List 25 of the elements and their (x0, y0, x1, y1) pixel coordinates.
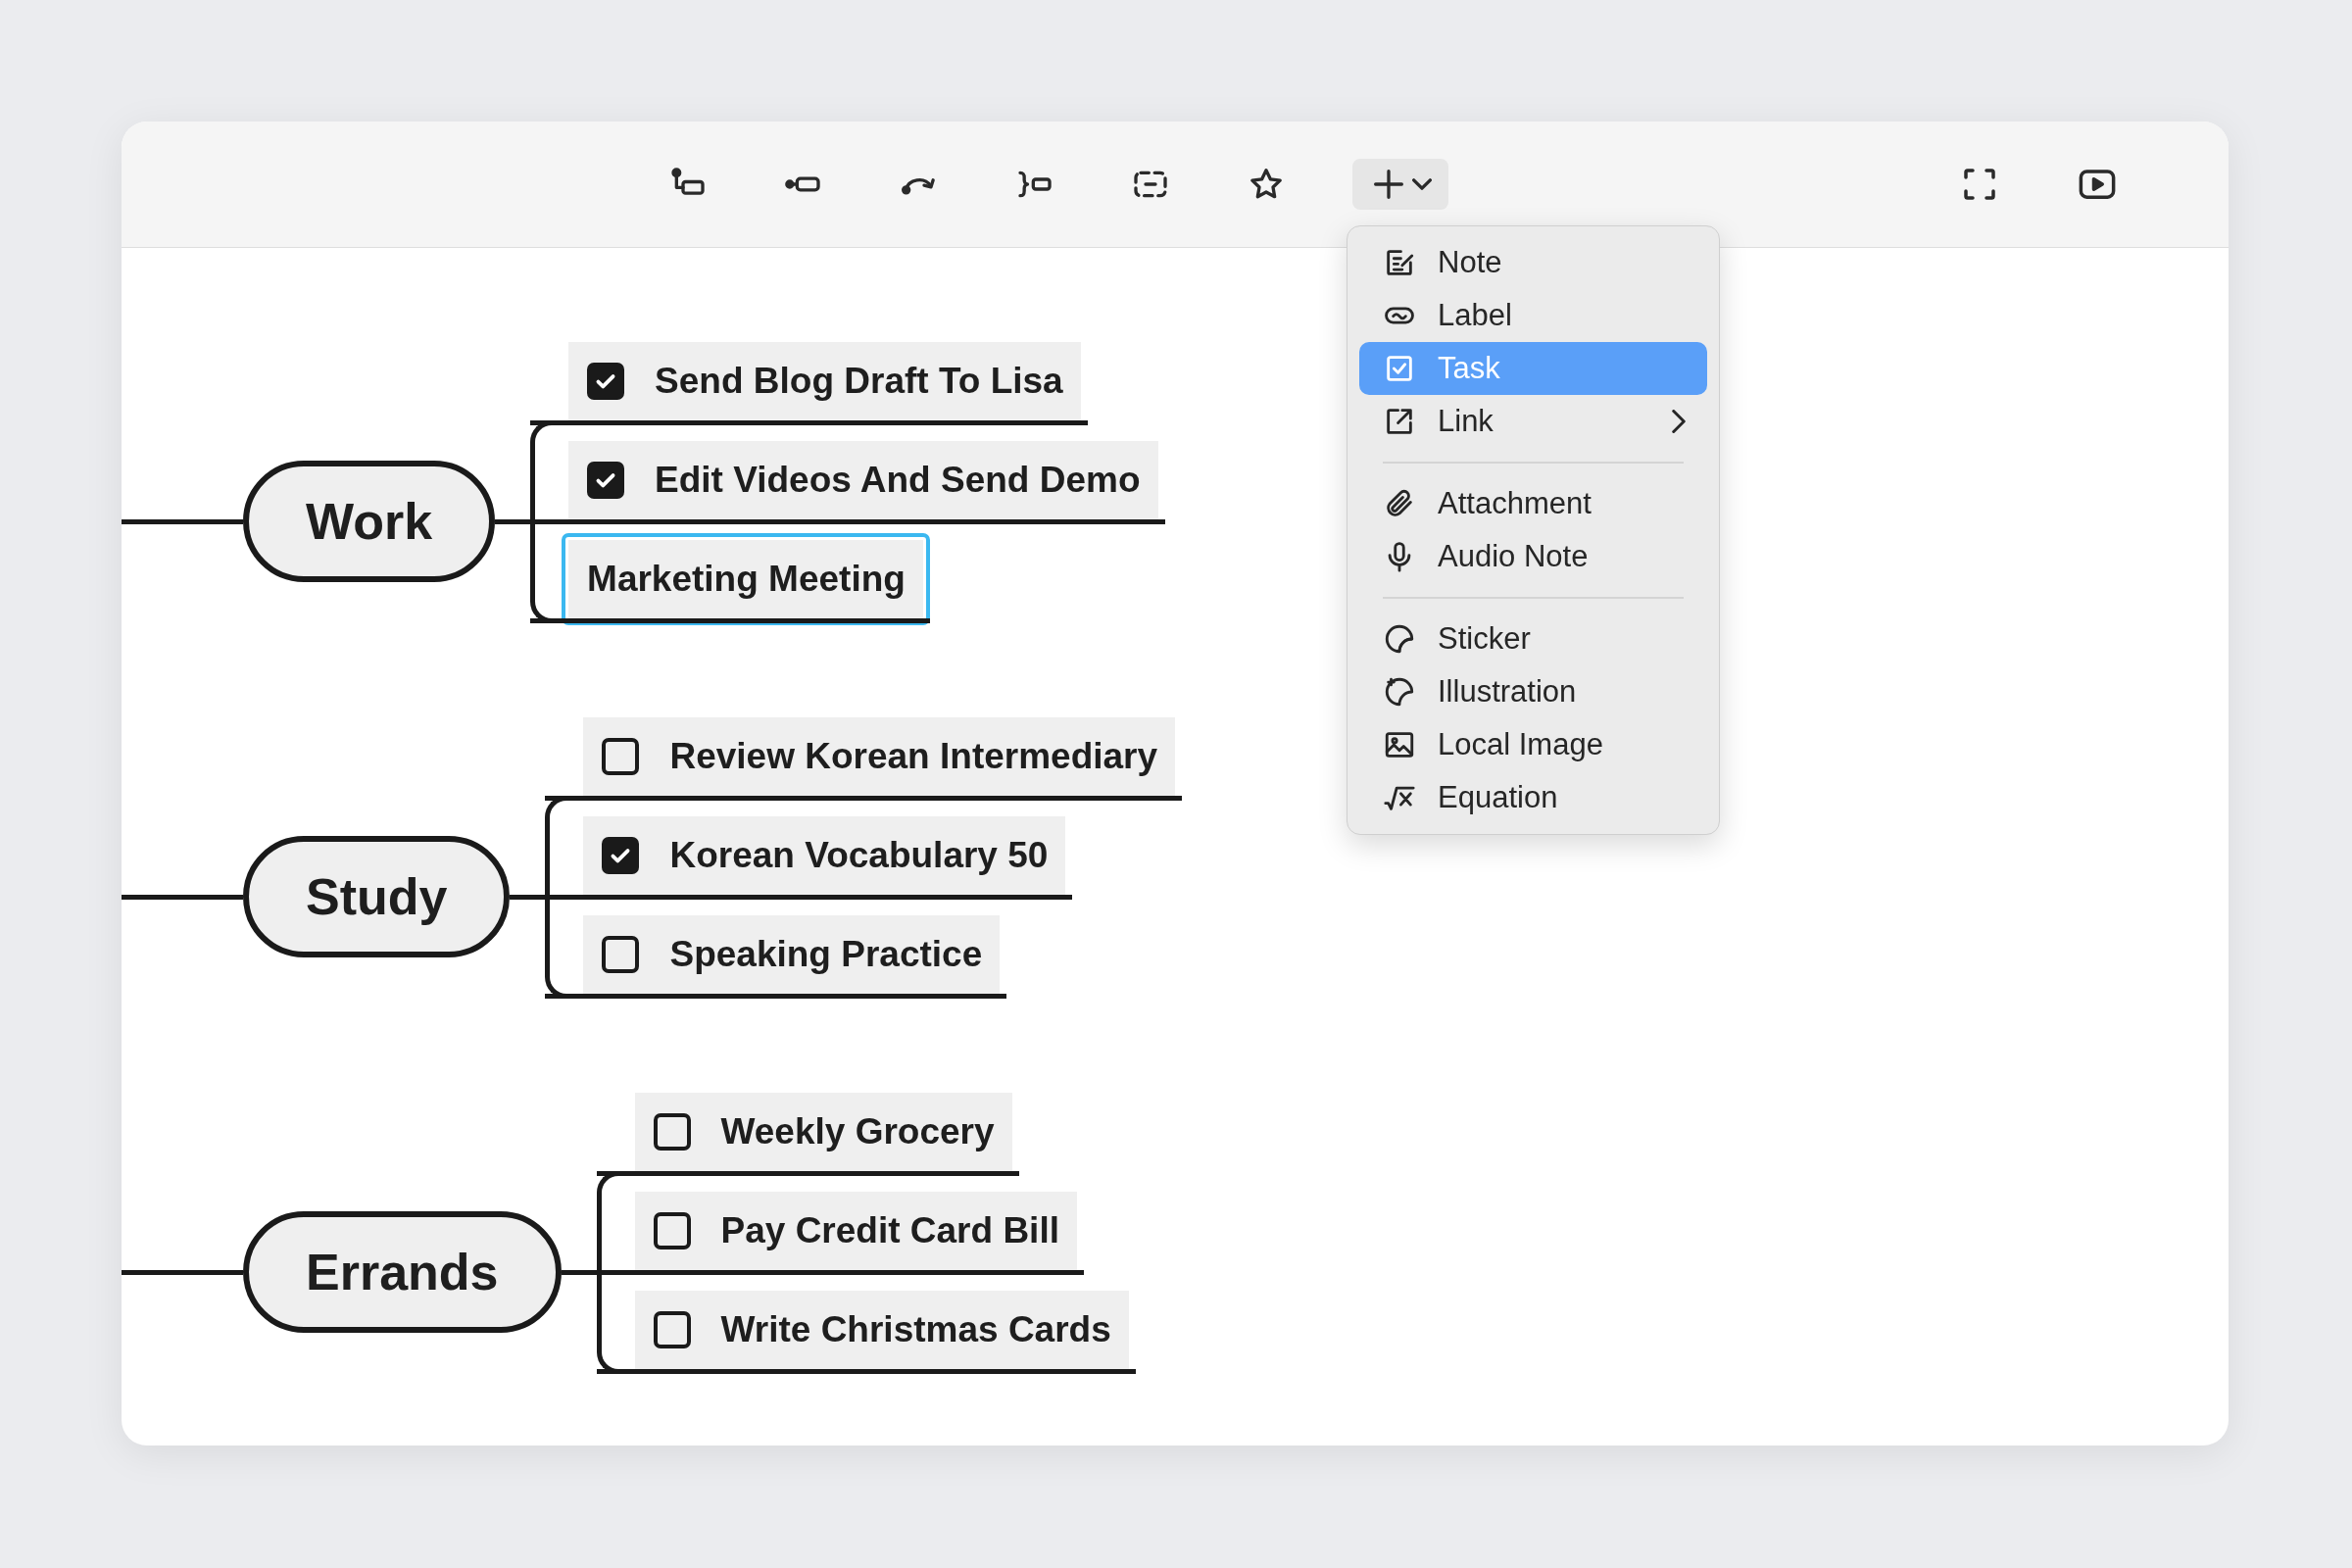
chevron-down-icon (1412, 178, 1432, 190)
topic-node[interactable]: Work (243, 461, 496, 582)
checkbox[interactable] (653, 1212, 691, 1250)
menu-item[interactable]: Note (1359, 236, 1707, 289)
checkbox[interactable] (653, 1311, 691, 1348)
checkbox[interactable] (653, 1113, 691, 1151)
menu-item[interactable]: Audio Note (1359, 530, 1707, 583)
menu-item[interactable]: Link (1359, 395, 1707, 448)
checkbox[interactable] (602, 837, 640, 874)
menu-item[interactable]: Local Image (1359, 718, 1707, 771)
subtopic-node[interactable]: Marketing Meeting (562, 533, 930, 625)
checkbox[interactable] (587, 462, 625, 499)
sticker-icon (1383, 622, 1416, 656)
checkbox[interactable] (587, 363, 625, 400)
menu-item[interactable]: Illustration (1359, 665, 1707, 718)
checkbox[interactable] (602, 738, 640, 775)
menu-item[interactable]: Attachment (1359, 477, 1707, 530)
menu-item[interactable]: Label (1359, 289, 1707, 342)
checkbox[interactable] (602, 936, 640, 973)
sparkle-sticker-icon (1383, 675, 1416, 709)
menu-item[interactable]: Sticker (1359, 612, 1707, 665)
insert-button[interactable] (1352, 159, 1448, 210)
topic-node[interactable]: Errands (243, 1211, 562, 1333)
menu-item[interactable]: Equation (1359, 771, 1707, 824)
topic-node[interactable]: Study (243, 836, 511, 957)
